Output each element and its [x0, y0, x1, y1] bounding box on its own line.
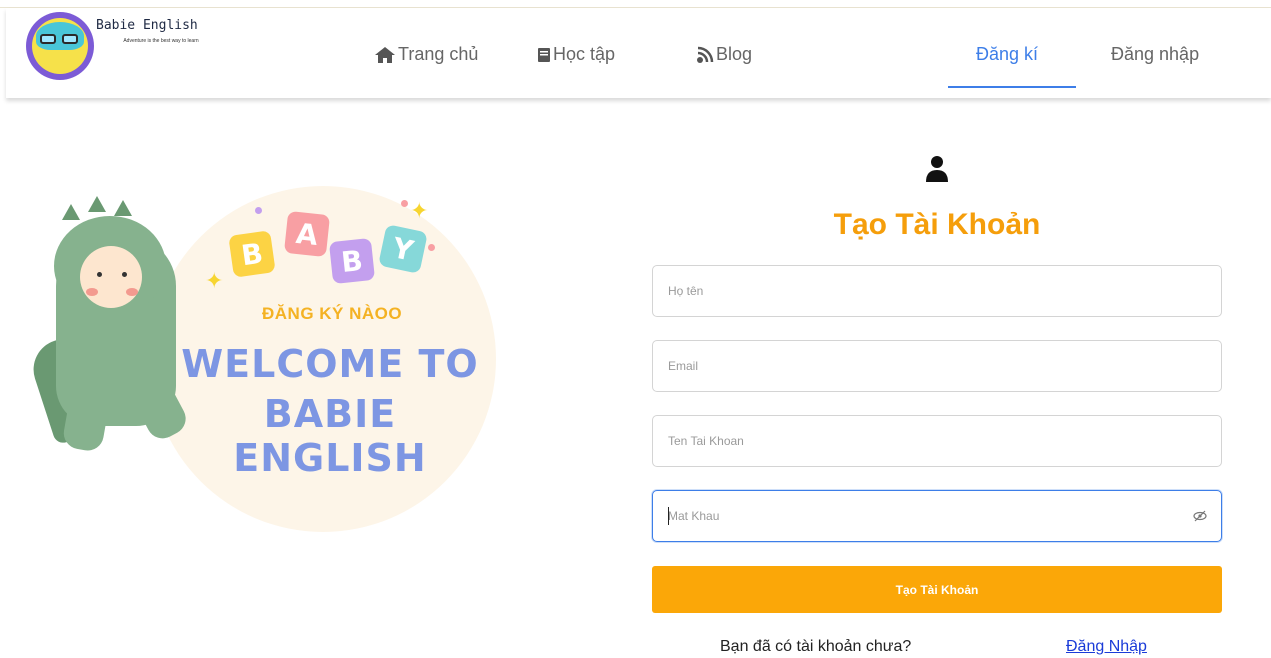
confetti-dot: [428, 244, 435, 251]
baby-block: A: [283, 210, 331, 258]
hero-line-1: WELCOME TO: [181, 342, 479, 386]
password-input[interactable]: [653, 491, 1221, 541]
dino-spike: [88, 196, 106, 212]
logo-subtitle: Adventure is the best way to learn: [123, 38, 199, 44]
book-icon: [538, 47, 550, 62]
navbar: Babie English Adventure is the best way …: [6, 8, 1271, 98]
email-field[interactable]: [652, 340, 1222, 392]
baby-face: [80, 246, 142, 308]
email-input[interactable]: [653, 341, 1221, 391]
username-input[interactable]: [653, 416, 1221, 466]
user-icon: [926, 156, 948, 182]
have-account-question: Bạn đã có tài khoản chưa?: [720, 638, 912, 655]
hero-line-2: BABIE ENGLISH: [233, 392, 427, 480]
nav-home[interactable]: Trang chủ: [374, 44, 478, 65]
nav-blog[interactable]: Blog: [696, 44, 752, 65]
baby-block: B: [228, 230, 276, 278]
nav-register[interactable]: Đăng kí: [976, 44, 1038, 65]
logo-title: Babie English: [96, 18, 198, 33]
nav-study[interactable]: Học tập: [537, 44, 615, 65]
star-icon: ✦: [410, 198, 429, 223]
text-caret: [668, 507, 669, 525]
rss-icon: [697, 46, 714, 63]
baby-block: B: [328, 237, 376, 285]
nav-blog-label: Blog: [716, 44, 753, 64]
hero-subtitle: ĐĂNG KÝ NÀOO: [262, 304, 403, 323]
dino-spike: [114, 200, 132, 216]
eye: [97, 272, 102, 277]
logo-mascot-icon: [26, 12, 94, 80]
nav-home-label: Trang chủ: [398, 44, 479, 64]
star-icon: ✦: [205, 268, 224, 293]
cheek: [86, 288, 98, 296]
nav-login[interactable]: Đăng nhập: [1111, 44, 1199, 65]
top-strip: [0, 0, 1271, 8]
baby-block: Y: [378, 224, 428, 274]
cheek: [126, 288, 138, 296]
fullname-input[interactable]: [653, 266, 1221, 316]
eye: [122, 272, 127, 277]
confetti-dot: [255, 207, 262, 214]
nav-study-label: Học tập: [553, 44, 616, 64]
confetti-dot: [401, 200, 408, 207]
fullname-field[interactable]: [652, 265, 1222, 317]
login-link[interactable]: Đăng Nhập: [1066, 638, 1147, 656]
dino-spike: [62, 204, 80, 220]
create-account-button[interactable]: Tạo Tài Khoản: [652, 566, 1222, 613]
active-tab-underline: [948, 86, 1076, 88]
eye-slash-icon[interactable]: [1193, 509, 1207, 523]
form-title: Tạo Tài Khoản: [833, 208, 1041, 241]
home-icon: [375, 46, 395, 63]
password-field[interactable]: [652, 490, 1222, 542]
username-field[interactable]: [652, 415, 1222, 467]
logo[interactable]: Babie English Adventure is the best way …: [26, 12, 246, 90]
